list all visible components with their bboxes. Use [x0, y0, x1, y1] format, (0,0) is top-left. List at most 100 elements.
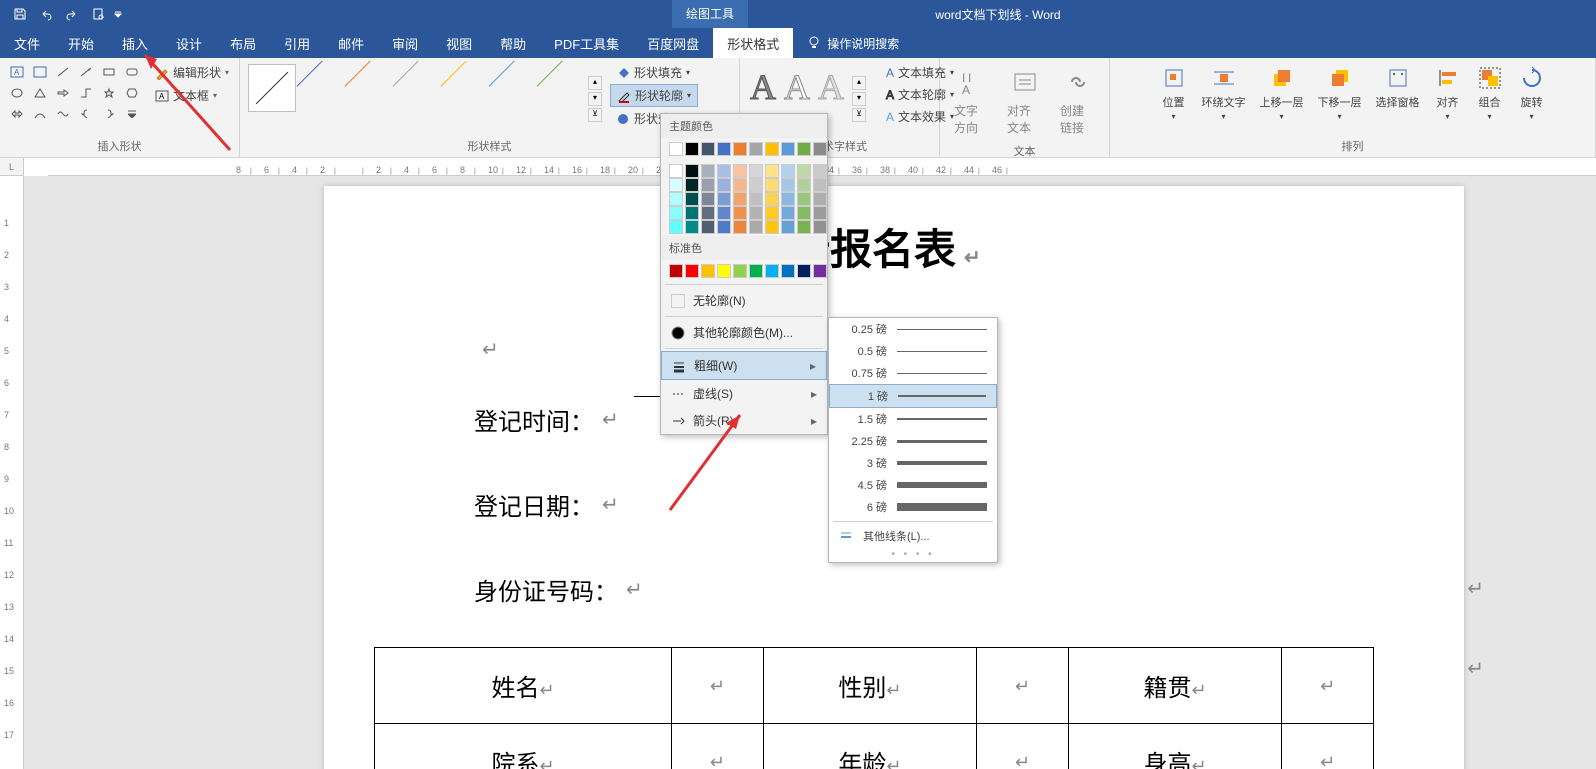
style-preset-3[interactable] — [348, 64, 392, 108]
tab-view[interactable]: 视图 — [432, 28, 486, 58]
weight-option[interactable]: 6 磅 — [829, 496, 997, 518]
no-outline-item[interactable]: 无轮廓(N) — [661, 287, 827, 314]
redo-button[interactable] — [60, 2, 84, 26]
color-swatch[interactable] — [717, 142, 731, 156]
cell-origin-label[interactable]: 籍贯↵ — [1068, 648, 1282, 724]
color-swatch[interactable] — [749, 178, 763, 192]
color-swatch[interactable] — [781, 206, 795, 220]
shape-line-arrow[interactable] — [75, 62, 97, 82]
cell-name-value[interactable]: ↵ — [672, 648, 764, 724]
tab-shape-format[interactable]: 形状格式 — [713, 28, 793, 58]
tab-baidu[interactable]: 百度网盘 — [633, 28, 713, 58]
color-swatch[interactable] — [685, 164, 699, 178]
color-swatch[interactable] — [781, 220, 795, 234]
gallery-more[interactable]: ⊻ — [588, 108, 602, 122]
wrap-text-button[interactable]: 环绕文字▾ — [1198, 62, 1250, 135]
shape-textbox[interactable]: A — [6, 62, 28, 82]
color-swatch[interactable] — [701, 178, 715, 192]
color-swatch[interactable] — [813, 220, 827, 234]
tab-help[interactable]: 帮助 — [486, 28, 540, 58]
align-text-button[interactable]: 对齐文本 — [999, 62, 1050, 140]
color-swatch[interactable] — [797, 192, 811, 206]
gallery-up[interactable]: ▴ — [588, 76, 602, 90]
shape-rect[interactable] — [98, 62, 120, 82]
color-swatch[interactable] — [717, 164, 731, 178]
tab-references[interactable]: 引用 — [270, 28, 324, 58]
color-swatch[interactable] — [765, 220, 779, 234]
dashes-item[interactable]: 虚线(S) ▸ — [661, 380, 827, 407]
style-preset-1[interactable] — [248, 64, 296, 112]
color-swatch[interactable] — [749, 220, 763, 234]
shape-curve[interactable] — [29, 104, 51, 124]
color-swatch[interactable] — [685, 220, 699, 234]
weight-option[interactable]: 0.25 磅 — [829, 318, 997, 340]
color-swatch[interactable] — [781, 264, 795, 278]
tab-file[interactable]: 文件 — [0, 28, 54, 58]
color-swatch[interactable] — [685, 206, 699, 220]
text-direction-button[interactable]: IIA 文字方向 — [946, 62, 997, 140]
gallery-down[interactable]: ▾ — [588, 92, 602, 106]
cell-dept-value[interactable]: ↵ — [672, 724, 764, 769]
color-swatch[interactable] — [749, 164, 763, 178]
bring-forward-button[interactable]: 上移一层▾ — [1256, 62, 1308, 135]
tab-home[interactable]: 开始 — [54, 28, 108, 58]
color-swatch[interactable] — [749, 206, 763, 220]
field-id-number[interactable]: 身份证号码：↵ — [474, 572, 1414, 607]
wa-gallery-down[interactable]: ▾ — [852, 92, 866, 106]
rotate-button[interactable]: 旋转▾ — [1514, 62, 1550, 135]
color-swatch[interactable] — [669, 220, 683, 234]
cell-name-label[interactable]: 姓名↵ — [375, 648, 672, 724]
cell-height-value[interactable]: ↵ — [1282, 724, 1374, 769]
color-swatch[interactable] — [797, 220, 811, 234]
shape-rounded-rect[interactable] — [121, 62, 143, 82]
color-swatch[interactable] — [813, 164, 827, 178]
tab-mailings[interactable]: 邮件 — [324, 28, 378, 58]
weight-item[interactable]: 粗细(W) ▸ — [661, 351, 827, 380]
style-preset-2[interactable] — [300, 64, 344, 108]
tab-pdf-tools[interactable]: PDF工具集 — [540, 28, 633, 58]
shape-triangle[interactable] — [29, 83, 51, 103]
style-preset-7[interactable] — [540, 64, 584, 108]
color-swatch[interactable] — [781, 192, 795, 206]
shape-oval[interactable] — [6, 83, 28, 103]
color-swatch[interactable] — [701, 206, 715, 220]
color-swatch[interactable] — [765, 164, 779, 178]
shape-brace-r[interactable] — [98, 104, 120, 124]
edit-shape-button[interactable]: 编辑形状 ▾ — [151, 62, 233, 83]
cell-age-value[interactable]: ↵ — [977, 724, 1069, 769]
cell-dept-label[interactable]: 院系↵ — [375, 724, 672, 769]
table-row[interactable]: 姓名↵ ↵ 性别↵ ↵ 籍贯↵ ↵ — [375, 648, 1374, 724]
color-swatch[interactable] — [685, 142, 699, 156]
text-box-button[interactable]: A 文本框 ▾ — [151, 85, 233, 106]
cell-origin-value[interactable]: ↵ — [1282, 648, 1374, 724]
qat-customize[interactable] — [112, 2, 124, 26]
print-preview-button[interactable] — [86, 2, 110, 26]
tab-review[interactable]: 审阅 — [378, 28, 432, 58]
weight-option[interactable]: 1 磅 — [829, 384, 997, 408]
shape-wave[interactable] — [52, 104, 74, 124]
shape-style-gallery[interactable]: ▴ ▾ ⊻ — [246, 62, 604, 135]
cell-gender-label[interactable]: 性别↵ — [763, 648, 977, 724]
color-swatch[interactable] — [701, 220, 715, 234]
color-swatch[interactable] — [733, 178, 747, 192]
color-swatch[interactable] — [717, 264, 731, 278]
color-swatch[interactable] — [733, 142, 747, 156]
shape-brace-l[interactable] — [75, 104, 97, 124]
cell-height-label[interactable]: 身高↵ — [1068, 724, 1282, 769]
color-swatch[interactable] — [701, 164, 715, 178]
save-button[interactable] — [8, 2, 32, 26]
color-swatch[interactable] — [749, 142, 763, 156]
color-swatch[interactable] — [765, 178, 779, 192]
color-swatch[interactable] — [733, 206, 747, 220]
table-row[interactable]: 院系↵ ↵ 年龄↵ ↵ 身高↵ ↵ — [375, 724, 1374, 769]
color-swatch[interactable] — [701, 142, 715, 156]
shape-double-arrow[interactable] — [6, 104, 28, 124]
tab-insert[interactable]: 插入 — [108, 28, 162, 58]
color-swatch[interactable] — [685, 178, 699, 192]
style-preset-6[interactable] — [492, 64, 536, 108]
color-swatch[interactable] — [797, 164, 811, 178]
color-swatch[interactable] — [813, 178, 827, 192]
color-swatch[interactable] — [781, 142, 795, 156]
style-preset-5[interactable] — [444, 64, 488, 108]
color-swatch[interactable] — [813, 192, 827, 206]
